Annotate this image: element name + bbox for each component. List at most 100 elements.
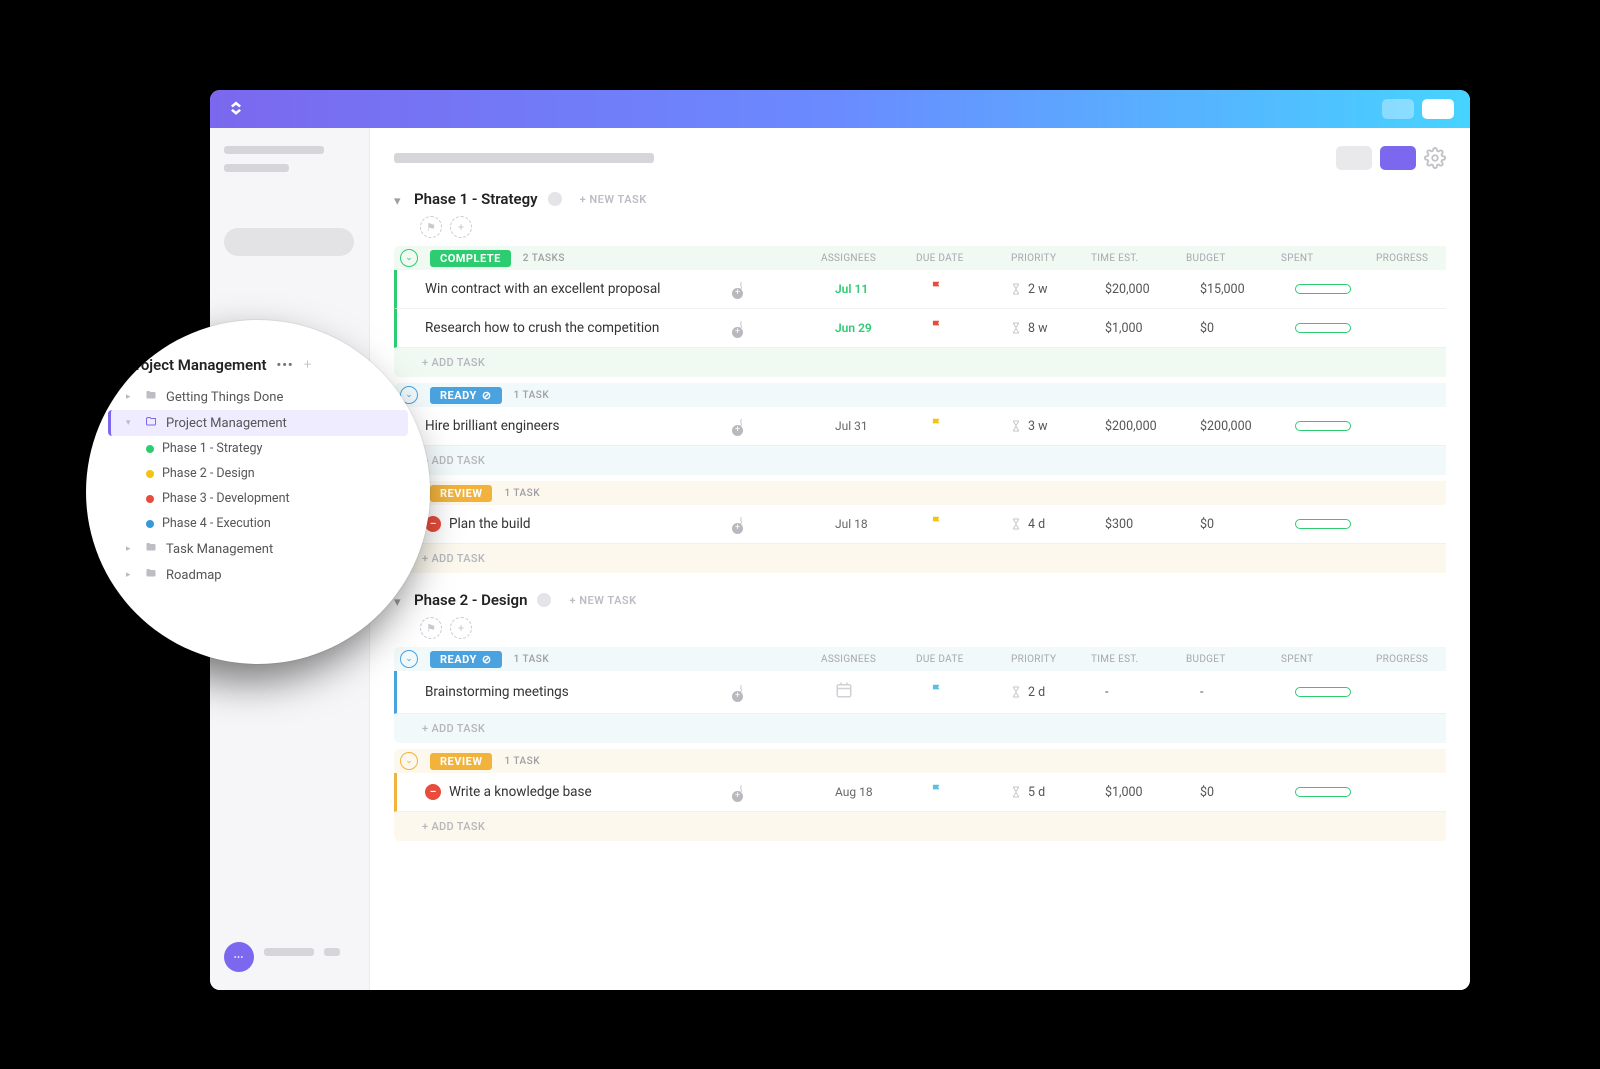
folder-open-icon: [144, 415, 158, 431]
progress-indicator[interactable]: [1295, 323, 1351, 333]
priority-flag-icon[interactable]: [930, 322, 944, 337]
sidebar-phase-item[interactable]: Phase 1 - Strategy: [108, 436, 408, 461]
sidebar-folder-item[interactable]: ▸Task Management: [108, 536, 408, 562]
sidebar-placeholder: [224, 146, 324, 154]
assignee-add-icon[interactable]: [740, 281, 742, 298]
time-estimate[interactable]: 2 w: [1010, 282, 1105, 297]
add-task-button[interactable]: + ADD TASK: [394, 714, 1446, 743]
time-estimate[interactable]: 2 d: [1010, 685, 1105, 700]
assignee-add-icon[interactable]: [740, 784, 742, 801]
status-label[interactable]: COMPLETE: [430, 250, 511, 267]
clickup-logo-icon: [226, 99, 246, 119]
budget-value[interactable]: $20,000: [1105, 282, 1200, 297]
status-label[interactable]: REVIEW: [430, 485, 492, 502]
task-row[interactable]: –Write a knowledge baseAug 185 d$1,000$0: [394, 773, 1446, 812]
assignee-add-icon[interactable]: [740, 418, 742, 435]
collapse-icon[interactable]: ⌄: [400, 249, 418, 267]
view-button-a[interactable]: [1336, 146, 1372, 170]
sidebar-folder-item[interactable]: ▸Roadmap: [108, 562, 408, 588]
info-icon[interactable]: [537, 593, 551, 607]
add-task-button[interactable]: + ADD TASK: [394, 544, 1446, 573]
spent-value[interactable]: $0: [1200, 785, 1295, 800]
chevron-icon: ▸: [126, 570, 136, 580]
time-estimate[interactable]: 4 d: [1010, 517, 1105, 532]
info-icon[interactable]: [548, 192, 562, 206]
priority-flag-icon[interactable]: [930, 786, 944, 801]
calendar-icon[interactable]: [835, 688, 853, 703]
budget-value[interactable]: $1,000: [1105, 785, 1200, 800]
view-button-b[interactable]: [1380, 146, 1416, 170]
budget-value[interactable]: -: [1105, 685, 1200, 700]
add-icon[interactable]: +: [304, 357, 312, 373]
sidebar-phase-item[interactable]: Phase 4 - Execution: [108, 511, 408, 536]
sidebar-folder-item[interactable]: ▸Getting Things Done: [108, 384, 408, 410]
chevron-down-icon[interactable]: ▾: [394, 595, 404, 605]
sidebar-placeholder: [324, 948, 340, 956]
new-task-button[interactable]: + NEW TASK: [580, 193, 647, 206]
budget-value[interactable]: $1,000: [1105, 321, 1200, 336]
sidebar-folder-item[interactable]: ▾Project Management: [108, 410, 408, 436]
status-label[interactable]: REVIEW: [430, 753, 492, 770]
status-label[interactable]: READY ⊘: [430, 651, 502, 668]
due-date[interactable]: Aug 18: [835, 785, 873, 799]
budget-value[interactable]: $200,000: [1105, 419, 1200, 434]
chat-icon[interactable]: ⋯: [224, 942, 254, 972]
task-count: 1 TASK: [514, 654, 550, 665]
spent-value[interactable]: $0: [1200, 517, 1295, 532]
assignee-add-icon[interactable]: [740, 320, 742, 337]
time-estimate[interactable]: 5 d: [1010, 785, 1105, 800]
flag-placeholder-icon[interactable]: ⚑: [420, 216, 442, 238]
phase-title[interactable]: Phase 2 - Design: [414, 591, 527, 609]
collapse-icon[interactable]: ⌄: [400, 650, 418, 668]
status-group: ⌄REVIEW1 TASK–Plan the buildJul 184 d$30…: [394, 481, 1446, 573]
progress-indicator[interactable]: [1295, 787, 1351, 797]
add-task-button[interactable]: + ADD TASK: [394, 812, 1446, 841]
tree-item-label: Phase 1 - Strategy: [162, 441, 262, 456]
progress-indicator[interactable]: [1295, 519, 1351, 529]
priority-flag-icon[interactable]: [930, 420, 944, 435]
due-date[interactable]: Jun 29: [835, 321, 872, 335]
collapse-icon[interactable]: ⌄: [400, 752, 418, 770]
spent-value[interactable]: $200,000: [1200, 419, 1295, 434]
time-estimate[interactable]: 8 w: [1010, 321, 1105, 336]
sidebar-phase-item[interactable]: Phase 3 - Development: [108, 486, 408, 511]
due-date[interactable]: Jul 11: [835, 282, 868, 296]
time-estimate[interactable]: 3 w: [1010, 419, 1105, 434]
spent-value[interactable]: -: [1200, 685, 1295, 700]
due-date[interactable]: Jul 31: [835, 419, 868, 433]
due-date[interactable]: Jul 18: [835, 517, 868, 531]
task-row[interactable]: Research how to crush the competitionJun…: [394, 309, 1446, 348]
add-task-button[interactable]: + ADD TASK: [394, 348, 1446, 377]
chevron-down-icon[interactable]: ▾: [394, 194, 404, 204]
spent-value[interactable]: $0: [1200, 321, 1295, 336]
flag-placeholder-icon[interactable]: ⚑: [420, 617, 442, 639]
more-icon[interactable]: •••: [277, 358, 294, 373]
phase-title[interactable]: Phase 1 - Strategy: [414, 190, 538, 208]
assignee-add-icon[interactable]: [740, 684, 742, 701]
assignee-add-icon[interactable]: [740, 516, 742, 533]
space-title[interactable]: Project Management: [126, 356, 267, 374]
assignee-placeholder-icon[interactable]: +: [450, 617, 472, 639]
new-task-button[interactable]: + NEW TASK: [569, 594, 636, 607]
task-row[interactable]: Brainstorming meetings2 d--: [394, 671, 1446, 714]
priority-flag-icon[interactable]: [930, 283, 944, 298]
header-toggle-a[interactable]: [1382, 99, 1414, 119]
search-input[interactable]: [224, 228, 354, 256]
spent-value[interactable]: $15,000: [1200, 282, 1295, 297]
task-row[interactable]: Win contract with an excellent proposalJ…: [394, 270, 1446, 309]
sidebar-phase-item[interactable]: Phase 2 - Design: [108, 461, 408, 486]
priority-flag-icon[interactable]: [930, 518, 944, 533]
add-task-button[interactable]: + ADD TASK: [394, 446, 1446, 475]
gear-icon[interactable]: [1424, 147, 1446, 169]
budget-value[interactable]: $300: [1105, 517, 1200, 532]
assignee-placeholder-icon[interactable]: +: [450, 216, 472, 238]
sidebar-zoom-popup: Project Management ••• + ▸Getting Things…: [86, 320, 430, 664]
task-row[interactable]: Hire brilliant engineersJul 313 w$200,00…: [394, 407, 1446, 446]
progress-indicator[interactable]: [1295, 284, 1351, 294]
status-label[interactable]: READY ⊘: [430, 387, 502, 404]
progress-indicator[interactable]: [1295, 421, 1351, 431]
progress-indicator[interactable]: [1295, 687, 1351, 697]
task-row[interactable]: –Plan the buildJul 184 d$300$0: [394, 505, 1446, 544]
priority-flag-icon[interactable]: [930, 686, 944, 701]
header-toggle-b[interactable]: [1422, 99, 1454, 119]
